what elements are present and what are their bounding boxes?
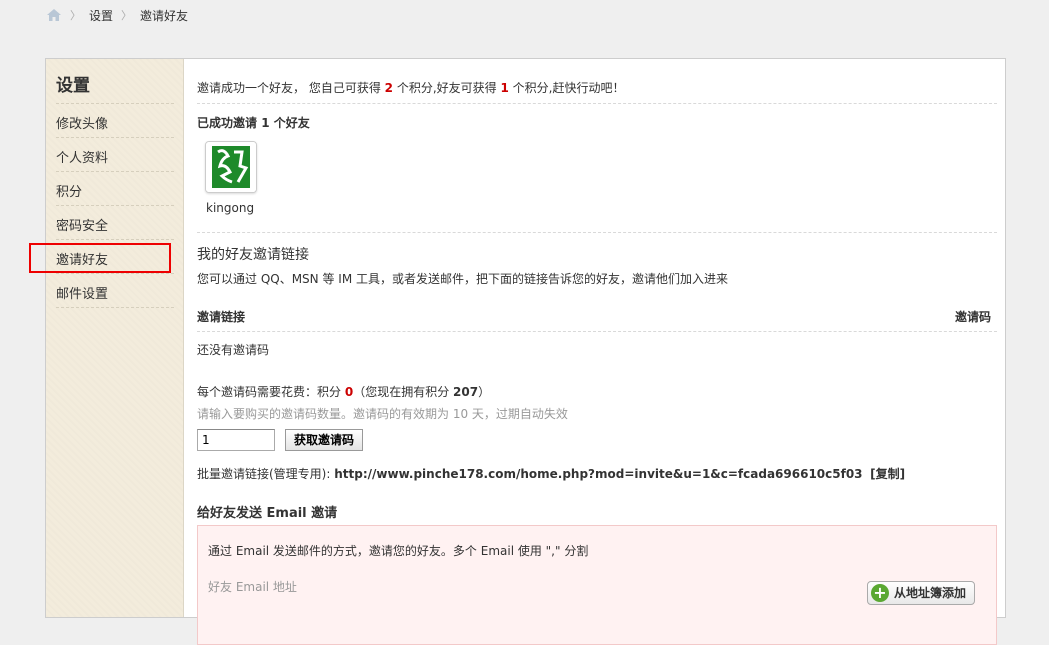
chevron-right-icon: 〉 — [70, 9, 81, 22]
batch-url[interactable]: http://www.pinche178.com/home.php?mod=in… — [334, 467, 862, 481]
batch-invite-link: 批量邀请链接(管理专用): http://www.pinche178.com/h… — [197, 465, 905, 482]
invite-link-desc: 您可以通过 QQ、MSN 等 IM 工具，或者发送邮件，把下面的链接告诉您的好友… — [197, 272, 728, 286]
sidebar-item-credits[interactable]: 积分 — [56, 181, 82, 200]
chevron-right-icon: 〉 — [121, 9, 133, 22]
add-from-address-book-button[interactable]: + 从地址簿添加 — [867, 581, 976, 605]
home-icon[interactable] — [46, 8, 62, 22]
breadcrumb-item-settings[interactable]: 设置 — [89, 7, 113, 24]
divider — [197, 232, 997, 233]
divider — [56, 239, 174, 240]
email-invite-title: 给好友发送 Email 邀请 — [197, 506, 338, 521]
sidebar-item-email-settings[interactable]: 邮件设置 — [56, 283, 108, 302]
friend-name[interactable]: kingong — [206, 201, 254, 215]
divider — [197, 103, 997, 104]
invite-link-title: 我的好友邀请链接 — [197, 247, 309, 263]
email-address-label: 好友 Email 地址 — [208, 580, 297, 594]
divider — [56, 273, 174, 274]
batch-label: 批量邀请链接(管理专用): — [197, 467, 335, 481]
breadcrumb: 〉 设置 〉 邀请好友 — [46, 6, 188, 24]
sidebar-item-password[interactable]: 密码安全 — [56, 215, 108, 234]
copy-link-button[interactable]: [复制] — [870, 467, 905, 481]
friend-avatar[interactable] — [205, 141, 257, 193]
cost-mid: （您现在拥有积分 — [353, 385, 454, 399]
column-invite-code: 邀请码 — [955, 310, 992, 324]
sidebar-item-avatar[interactable]: 修改头像 — [56, 113, 108, 132]
success-suffix: 个好友 — [269, 116, 310, 130]
invite-code-hint: 请输入要购买的邀请码数量。邀请码的有效期为 10 天，过期自动失效 — [197, 407, 568, 421]
cost-suffix: ） — [478, 385, 491, 399]
invite-reward-text: 邀请成功一个好友， 您自己可获得 2 个积分,好友可获得 1 个积分,赶快行动吧… — [197, 79, 624, 96]
success-count-text: 已成功邀请 1 个好友 — [197, 114, 310, 131]
breadcrumb-item-invite: 邀请好友 — [140, 8, 189, 23]
divider — [56, 171, 174, 172]
cost-prefix: 每个邀请码需要花费：积分 — [197, 385, 345, 399]
reward-suffix: 个积分,赶快行动吧！ — [508, 81, 625, 95]
owned-points: 207 — [453, 385, 479, 399]
invite-code-quantity-input[interactable] — [197, 429, 275, 451]
success-count: 1 — [261, 116, 270, 130]
divider — [56, 137, 174, 138]
reward-prefix: 邀请成功一个好友， 您自己可获得 — [197, 81, 385, 95]
email-invite-desc: 通过 Email 发送邮件的方式，邀请您的好友。多个 Email 使用 "," … — [208, 544, 589, 558]
divider — [56, 307, 174, 308]
active-item-highlight — [29, 243, 171, 273]
divider — [56, 103, 174, 104]
divider — [197, 331, 997, 332]
invite-cost-text: 每个邀请码需要花费：积分 0（您现在拥有积分 207） — [197, 383, 490, 400]
self-points: 2 — [384, 81, 393, 95]
reward-mid: 个积分,好友可获得 — [393, 81, 501, 95]
cost-points: 0 — [344, 385, 354, 399]
sidebar-item-profile[interactable]: 个人资料 — [56, 147, 108, 166]
content-panel: 设置 修改头像 个人资料 积分 密码安全 邀请好友 邮件设置 邀请成功一个好友，… — [45, 58, 1006, 645]
sidebar: 设置 修改头像 个人资料 积分 密码安全 邀请好友 邮件设置 — [46, 59, 184, 617]
success-prefix: 已成功邀请 — [197, 116, 262, 130]
column-invite-link: 邀请链接 — [197, 310, 246, 324]
add-from-address-book-label: 从地址簿添加 — [894, 586, 967, 600]
plus-icon: + — [871, 584, 889, 602]
get-invite-code-button[interactable]: 获取邀请码 — [285, 429, 364, 451]
friend-points: 1 — [500, 81, 509, 95]
sidebar-title: 设置 — [56, 76, 90, 96]
no-invite-code-text: 还没有邀请码 — [197, 343, 270, 357]
divider — [56, 205, 174, 206]
